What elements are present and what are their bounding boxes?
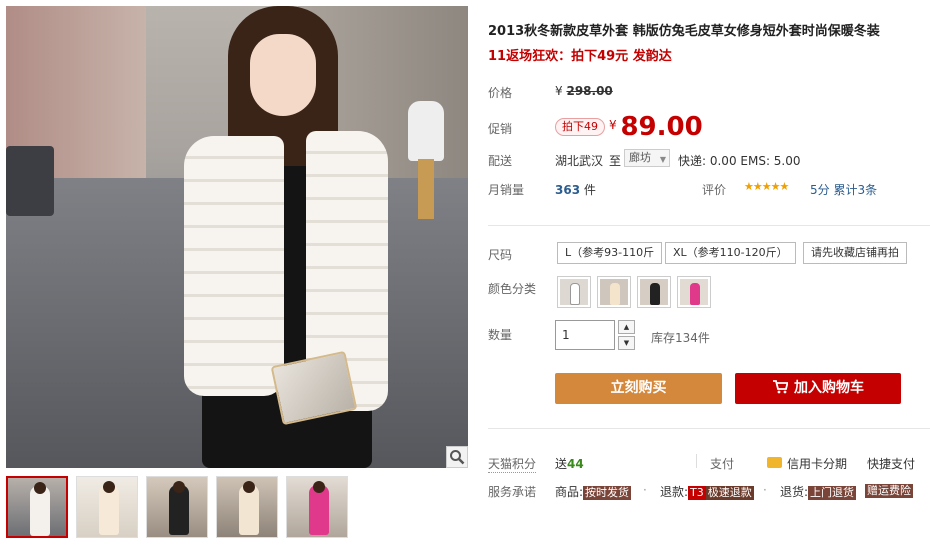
quantity-decrease-icon[interactable]: ▼ (618, 336, 635, 350)
tmall-points: 送44 (555, 457, 584, 471)
payment-label: 支付 (710, 457, 735, 471)
monthly-sales-label: 月销量 (488, 183, 525, 197)
zoom-icon[interactable] (446, 446, 468, 468)
product-subtitle: 11返场狂欢：拍下49元 发韵达 (488, 49, 672, 64)
credit-card-installment[interactable]: 信用卡分期 (787, 455, 847, 472)
background-car (6, 146, 54, 216)
fur-coat-left (184, 136, 284, 396)
product-title: 2013秋冬新款皮草外套 韩版仿兔毛皮草女修身短外套时尚保暖冬装 (488, 24, 880, 39)
service-return: 退货: 上门退货 (780, 485, 857, 500)
fast-refund-tag[interactable]: 极速退款 (705, 486, 754, 500)
quantity-input[interactable]: 1 (555, 320, 615, 350)
ship-from: 湖北武汉 (555, 154, 604, 168)
shipping-fee: 快递: 0.00 EMS: 5.00 (678, 154, 801, 168)
cart-icon (772, 373, 789, 404)
ship-to-label: 至 (609, 154, 622, 168)
separator: · (763, 483, 767, 497)
promo-price: ¥ 89.00 (609, 112, 703, 142)
thumbnail[interactable] (146, 476, 208, 538)
separator: · (643, 483, 647, 497)
monthly-sales: 363 件 (555, 183, 596, 197)
add-to-cart-button[interactable]: 加入购物车 (735, 373, 901, 404)
credit-card-icon (767, 457, 782, 468)
rating-label: 评价 (702, 183, 727, 197)
shipping-label: 配送 (488, 154, 513, 168)
divider (488, 428, 930, 429)
original-price: ¥ 298.00 (555, 84, 613, 98)
chevron-down-icon: ▼ (659, 155, 666, 164)
promo-label: 促销 (488, 122, 513, 136)
rating-score[interactable]: 5分 累计3条 (810, 181, 877, 198)
thumbnail[interactable] (6, 476, 68, 538)
size-label: 尺码 (488, 248, 513, 262)
quantity-label: 数量 (488, 328, 513, 342)
shipping-insurance-tag[interactable]: 赠运费险 (865, 484, 913, 498)
service-goods: 商品: 按时发货 (555, 485, 632, 500)
divider (488, 225, 930, 226)
thumbnail[interactable] (286, 476, 348, 538)
thumbnail[interactable] (216, 476, 278, 538)
size-option-l[interactable]: L（参考93-110斤 (557, 242, 663, 264)
color-option-pink[interactable] (677, 276, 711, 308)
size-option-xl[interactable]: XL（参考110-120斤） (665, 242, 796, 264)
on-time-shipping-tag[interactable]: 按时发货 (583, 486, 632, 500)
promo-badge: 拍下49 (555, 118, 605, 136)
home-pickup-return-tag[interactable]: 上门退货 (808, 486, 857, 500)
color-label: 颜色分类 (488, 282, 537, 296)
model-face (250, 34, 316, 116)
background-pedestrian (404, 101, 448, 221)
quick-pay[interactable]: 快捷支付 (867, 455, 915, 472)
thumbnail-strip (6, 476, 356, 538)
stock-count: 库存134件 (651, 331, 710, 345)
rating-stars-icon: ★★★★★ (744, 180, 789, 193)
tmall-points-label[interactable]: 天猫积分 (488, 455, 537, 473)
color-option-black[interactable] (637, 276, 671, 308)
quantity-increase-icon[interactable]: ▲ (618, 320, 635, 334)
size-option-note[interactable]: 请先收藏店铺再拍 (803, 242, 907, 264)
color-option-white[interactable] (557, 276, 591, 308)
t3-icon: T3 (688, 486, 706, 500)
service-insurance: 赠运费险 (865, 483, 913, 498)
destination-select[interactable]: 廊坊 ▼ (624, 149, 670, 167)
buy-now-button[interactable]: 立刻购买 (555, 373, 722, 404)
service-refund: 退款: T3 极速退款 (660, 485, 754, 500)
service-label: 服务承诺 (488, 485, 537, 499)
thumbnail[interactable] (76, 476, 138, 538)
main-product-image[interactable] (6, 6, 468, 468)
color-option-beige[interactable] (597, 276, 631, 308)
price-label: 价格 (488, 86, 513, 100)
separator (696, 454, 697, 468)
